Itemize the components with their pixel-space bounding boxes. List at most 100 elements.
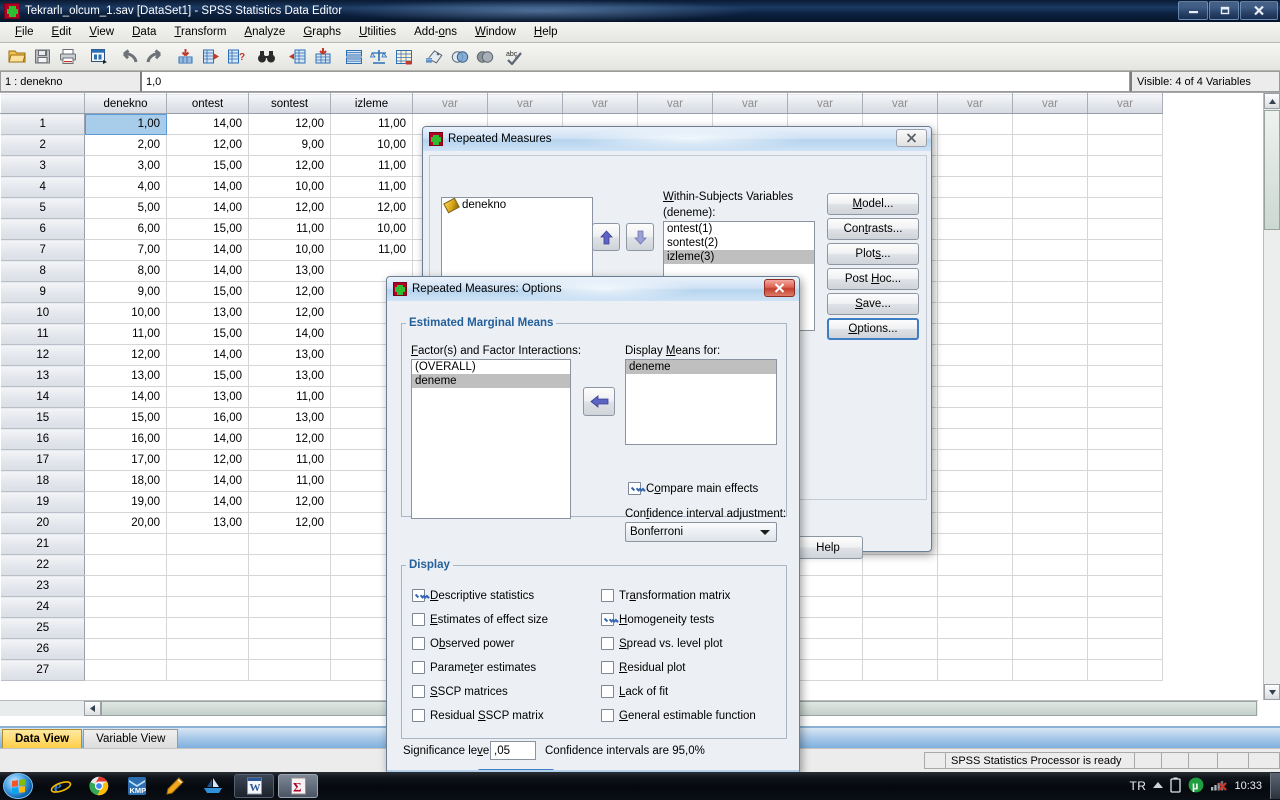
grid-cell-denekno[interactable]: 13,00: [84, 365, 167, 387]
grid-cell-placeholder[interactable]: [1087, 470, 1163, 492]
grid-cell-ontest[interactable]: 14,00: [166, 176, 249, 198]
menu-addons[interactable]: Add-ons: [405, 24, 466, 40]
taskbar-clock[interactable]: 10:33: [1234, 780, 1262, 792]
grid-cell-placeholder[interactable]: [1087, 533, 1163, 555]
list-item[interactable]: deneme: [412, 374, 570, 388]
grid-cell-placeholder[interactable]: [1012, 281, 1088, 303]
grid-cell-ontest[interactable]: 16,00: [166, 407, 249, 429]
grid-cell-placeholder[interactable]: [1012, 260, 1088, 282]
grid-cell-placeholder[interactable]: [1087, 260, 1163, 282]
grid-cell-ontest[interactable]: 14,00: [166, 491, 249, 513]
grid-cell-ontest[interactable]: 14,00: [166, 344, 249, 366]
grid-cell-placeholder[interactable]: [1087, 134, 1163, 156]
ci-adjustment-select[interactable]: Bonferroni: [625, 522, 777, 542]
grid-cell-ontest[interactable]: 14,00: [166, 260, 249, 282]
grid-cell-sontest[interactable]: 14,00: [248, 323, 331, 345]
menu-graphs[interactable]: Graphs: [294, 24, 350, 40]
google-chrome-icon[interactable]: [84, 773, 114, 799]
row-header[interactable]: 3: [0, 155, 85, 177]
grid-cell-placeholder[interactable]: [1012, 113, 1088, 135]
arrow-down-icon[interactable]: [626, 223, 654, 251]
undo-icon[interactable]: [117, 45, 142, 69]
grid-cell-placeholder[interactable]: [1012, 659, 1088, 681]
row-header[interactable]: 22: [0, 554, 85, 576]
lack-of-fit-checkbox[interactable]: Lack of fit: [601, 685, 668, 698]
grid-cell-ontest[interactable]: [166, 596, 249, 618]
grid-cell-ontest[interactable]: [166, 533, 249, 555]
compare-main-effects-checkbox[interactable]: Compare main effects: [628, 482, 758, 495]
grid-cell-ontest[interactable]: 14,00: [166, 197, 249, 219]
parameter-estimates-checkbox[interactable]: Parameter estimates: [412, 661, 536, 674]
variables-icon[interactable]: ?: [223, 45, 248, 69]
grid-cell-placeholder[interactable]: [937, 197, 1013, 219]
grid-cell-placeholder[interactable]: [937, 281, 1013, 303]
use-variable-sets-icon[interactable]: [447, 45, 472, 69]
grid-cell-denekno[interactable]: 20,00: [84, 512, 167, 534]
grid-cell-placeholder[interactable]: [1012, 155, 1088, 177]
grid-cell-sontest[interactable]: 12,00: [248, 155, 331, 177]
grid-cell-izleme[interactable]: 11,00: [330, 176, 413, 198]
grid-vertical-scrollbar[interactable]: [1263, 93, 1280, 700]
grid-cell-ontest[interactable]: 14,00: [166, 470, 249, 492]
grid-cell-placeholder[interactable]: [1012, 176, 1088, 198]
grid-cell-placeholder[interactable]: [1012, 449, 1088, 471]
row-header[interactable]: 8: [0, 260, 85, 282]
row-header[interactable]: 9: [0, 281, 85, 303]
grid-cell-denekno[interactable]: [84, 638, 167, 660]
grid-cell-sontest[interactable]: 13,00: [248, 260, 331, 282]
row-header[interactable]: 27: [0, 659, 85, 681]
row-header[interactable]: 18: [0, 470, 85, 492]
grid-cell-ontest[interactable]: 12,00: [166, 449, 249, 471]
row-header[interactable]: 25: [0, 617, 85, 639]
grid-cell-placeholder[interactable]: [1087, 302, 1163, 324]
column-header-ontest[interactable]: ontest: [166, 93, 249, 114]
grid-cell-placeholder[interactable]: [937, 155, 1013, 177]
column-header-placeholder[interactable]: var: [637, 93, 713, 114]
list-item[interactable]: ontest(1): [664, 222, 814, 236]
tab-variable-view[interactable]: Variable View: [83, 729, 179, 748]
open-file-icon[interactable]: [5, 45, 30, 69]
show-hidden-icons-icon[interactable]: [1153, 780, 1164, 792]
grid-cell-placeholder[interactable]: [1087, 197, 1163, 219]
grid-cell-denekno[interactable]: 10,00: [84, 302, 167, 324]
vertical-scroll-thumb[interactable]: [1264, 110, 1280, 230]
battery-icon[interactable]: [1170, 777, 1182, 796]
weight-cases-icon[interactable]: [366, 45, 391, 69]
row-header[interactable]: 4: [0, 176, 85, 198]
minimize-button[interactable]: [1178, 1, 1208, 20]
save-button[interactable]: Save...: [827, 293, 919, 315]
menu-transform[interactable]: Transform: [165, 24, 235, 40]
grid-cell-denekno[interactable]: 6,00: [84, 218, 167, 240]
grid-cell-placeholder[interactable]: [937, 596, 1013, 618]
grid-cell-placeholder[interactable]: [1012, 302, 1088, 324]
utorrent-icon[interactable]: µ: [1188, 777, 1204, 796]
goto-case-icon[interactable]: [173, 45, 198, 69]
grid-cell-ontest[interactable]: [166, 638, 249, 660]
grid-cell-ontest[interactable]: 14,00: [166, 113, 249, 135]
repeated-measures-help-button[interactable]: Help: [793, 536, 863, 559]
column-header-placeholder[interactable]: var: [712, 93, 788, 114]
column-header-placeholder[interactable]: var: [1012, 93, 1088, 114]
recall-dialogs-icon[interactable]: [86, 45, 111, 69]
internet-explorer-icon[interactable]: e: [46, 773, 76, 799]
windows-start-icon[interactable]: [3, 773, 33, 799]
grid-cell-placeholder[interactable]: [862, 575, 938, 597]
grid-cell-placeholder[interactable]: [937, 365, 1013, 387]
menu-data[interactable]: Data: [123, 24, 165, 40]
grid-cell-denekno[interactable]: 7,00: [84, 239, 167, 261]
grid-cell-placeholder[interactable]: [1012, 512, 1088, 534]
grid-cell-placeholder[interactable]: [1012, 134, 1088, 156]
grid-cell-placeholder[interactable]: [937, 554, 1013, 576]
grid-cell-denekno[interactable]: [84, 554, 167, 576]
grid-cell-denekno[interactable]: [84, 617, 167, 639]
row-header[interactable]: 7: [0, 239, 85, 261]
grid-cell-placeholder[interactable]: [1087, 449, 1163, 471]
repeated-measures-close-button[interactable]: [896, 129, 927, 147]
grid-cell-sontest[interactable]: [248, 575, 331, 597]
network-disconnected-icon[interactable]: [1211, 778, 1228, 795]
model-button[interactable]: Model...: [827, 193, 919, 215]
grid-cell-placeholder[interactable]: [1087, 512, 1163, 534]
grid-cell-placeholder[interactable]: [1012, 533, 1088, 555]
estimates-of-effect-size-checkbox[interactable]: Estimates of effect size: [412, 613, 548, 626]
grid-cell-placeholder[interactable]: [1087, 575, 1163, 597]
